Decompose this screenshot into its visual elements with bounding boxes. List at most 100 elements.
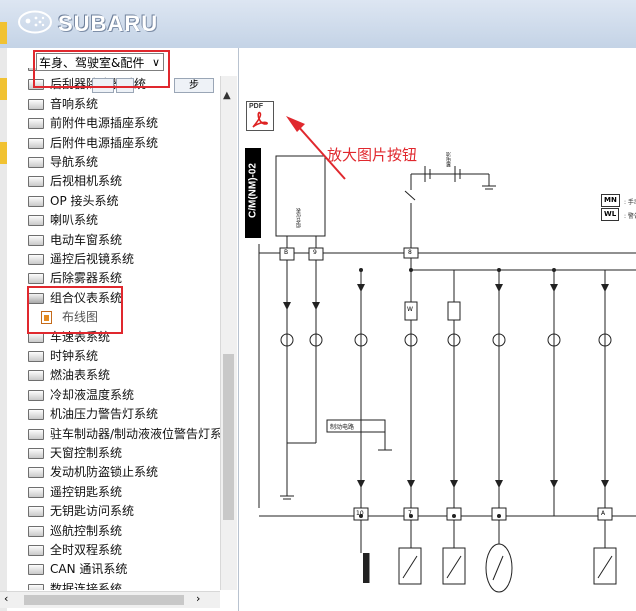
folder-icon xyxy=(28,137,44,149)
tree-folder-item[interactable]: 喇叭系统 xyxy=(24,211,220,230)
left-strip xyxy=(0,22,7,611)
expand-button[interactable] xyxy=(92,78,114,93)
tree-folder-item[interactable]: 数据连接系统 xyxy=(24,580,220,590)
tree-folder-item[interactable]: OP 接头系统 xyxy=(24,192,220,211)
app-header: SUBARU xyxy=(0,0,636,49)
wiring-schematic xyxy=(258,116,636,593)
tree-item-label: 喇叭系统 xyxy=(50,213,99,228)
scroll-thumb[interactable] xyxy=(223,354,234,520)
diagram-viewer: PDF 放大图片按钮 C/M(NM)-02 MN : 手动... WL : 警告… xyxy=(239,48,636,611)
tree-item-label: 天窗控制系统 xyxy=(50,446,123,460)
category-select[interactable]: 车身、驾驶室&配件 ∨ xyxy=(36,53,164,71)
folder-icon xyxy=(28,506,44,518)
connector-code: W xyxy=(407,306,413,313)
tree-folder-item[interactable]: 全时双程系统 xyxy=(24,541,220,560)
strip-marker xyxy=(0,22,7,44)
scroll-right-icon[interactable]: › xyxy=(196,592,200,605)
tree-folder-item[interactable]: 发动机防盗锁止系统 xyxy=(24,463,220,482)
tree-folder-item[interactable]: 导航系统 xyxy=(24,153,220,172)
tree-vertical-scrollbar[interactable]: ▲ xyxy=(220,76,237,590)
tree-item-label: 冷却液温度系统 xyxy=(50,387,135,402)
folder-icon xyxy=(28,331,44,343)
tree-folder-item[interactable]: 车速表系统 xyxy=(24,328,220,347)
folder-icon xyxy=(28,525,44,537)
tree-folder-item[interactable]: 巡航控制系统 xyxy=(24,522,220,541)
tree-folder-item[interactable]: 后附件电源插座系统 xyxy=(24,134,220,153)
legend-code: WL xyxy=(601,208,620,221)
tree-item-label: 无钥匙访问系统 xyxy=(50,504,135,519)
folder-icon xyxy=(28,545,44,556)
scroll-thumb[interactable] xyxy=(24,595,184,605)
tree-item-label: 机油压力警告灯系统 xyxy=(50,407,159,422)
tree-folder-item[interactable]: 驻车制动器/制动液液位警告灯系统 xyxy=(24,425,220,444)
tree-folder-item[interactable]: 燃油表系统 xyxy=(24,366,220,385)
tree-folder-item[interactable]: 电动车窗系统 xyxy=(24,231,220,250)
tree-folder-item[interactable]: 冷却液温度系统 xyxy=(24,386,220,405)
tree-item-label: 燃油表系统 xyxy=(50,368,111,383)
tree-horizontal-scrollbar[interactable]: ‹ › xyxy=(0,591,220,608)
system-tree: 前大灯清洗器系统后刮器除冰器系统音响系统前附件电源插座系统后附件电源插座系统导航… xyxy=(24,68,220,590)
tree-item-label: 前附件电源插座系统 xyxy=(50,116,159,131)
tree-item-label: 驻车制动器/制动液液位警告灯系统 xyxy=(50,426,220,441)
tree-folder-item[interactable]: 遥控后视镜系统 xyxy=(24,250,220,269)
component-label: 制动电路 xyxy=(330,424,355,431)
tree-item-label: 导航系统 xyxy=(50,155,99,169)
document-page-icon xyxy=(41,311,52,325)
tree-item-label: 遥控钥匙系统 xyxy=(50,484,123,499)
folder-icon xyxy=(28,370,44,382)
step-button[interactable]: 步 xyxy=(174,78,214,93)
tree-folder-item[interactable]: 音响系统 xyxy=(24,95,220,114)
tree-folder-item[interactable]: CAN 通讯系统 xyxy=(24,560,220,579)
tree-item-label: 时钟系统 xyxy=(50,349,99,363)
scroll-left-icon[interactable]: ‹ xyxy=(4,592,8,605)
tree-folder-item[interactable]: 遥控钥匙系统 xyxy=(24,483,220,502)
folder-icon xyxy=(28,389,44,401)
legend-code: MN xyxy=(601,194,620,207)
tree-item-label: 遥控后视镜系统 xyxy=(50,252,135,266)
print-icon[interactable] xyxy=(116,78,134,93)
annotation-label: 放大图片按钮 xyxy=(327,146,418,164)
tree-item-label: 车速表系统 xyxy=(50,329,111,344)
legend-text: : 手动... xyxy=(624,199,636,206)
folder-icon xyxy=(28,467,44,479)
component-label: 组合仪表 xyxy=(296,208,302,228)
tree-item-label: 数据连接系统 xyxy=(50,581,123,590)
folder-icon xyxy=(28,351,44,362)
tree-item-label: 音响系统 xyxy=(50,96,99,111)
tree-folder-item[interactable]: 机油压力警告灯系统 xyxy=(24,405,220,424)
folder-icon xyxy=(28,234,44,246)
connector-code: 8 xyxy=(408,249,412,256)
diagram-code-tab: C/M(NM)-02 xyxy=(245,148,261,238)
folder-icon xyxy=(28,176,44,188)
folder-icon xyxy=(28,409,44,421)
folder-icon xyxy=(28,428,44,440)
tree-item-label: 组合仪表系统 xyxy=(50,290,123,305)
folder-icon xyxy=(28,118,44,130)
enlarge-pdf-button[interactable]: PDF xyxy=(246,101,274,131)
tree-item-label: 巡航控制系统 xyxy=(50,523,123,538)
scroll-up-icon[interactable]: ▲ xyxy=(223,90,231,101)
folder-icon xyxy=(28,448,44,459)
tree-folder-item[interactable]: 无钥匙访问系统 xyxy=(24,502,220,521)
tree-leaf-item[interactable]: 布线图 xyxy=(24,308,220,327)
folder-icon xyxy=(28,215,44,227)
tree-folder-item[interactable]: 后视相机系统 xyxy=(24,172,220,191)
tree-item-label: 后附件电源插座系统 xyxy=(50,135,159,150)
folder-icon xyxy=(28,273,44,285)
tree-item-label: 后除雾器系统 xyxy=(50,271,123,286)
component-label: 蓄电池 xyxy=(446,152,452,167)
diagram-code-text: C/M(NM)-02 xyxy=(247,163,259,218)
folder-icon xyxy=(28,486,44,498)
legend-text: : 警告灯... xyxy=(624,213,636,220)
connector-code: B xyxy=(284,249,289,256)
tree-item-label: CAN 通讯系统 xyxy=(50,562,128,577)
connector-code: 10 xyxy=(356,510,364,517)
tree-folder-item[interactable]: 组合仪表系统 xyxy=(24,289,220,308)
tree-folder-item[interactable]: 时钟系统 xyxy=(24,347,220,366)
tree-folder-item[interactable]: 天窗控制系统 xyxy=(24,444,220,463)
tree-folder-item[interactable]: 后除雾器系统 xyxy=(24,269,220,288)
tree-folder-item[interactable]: 前附件电源插座系统 xyxy=(24,114,220,133)
navigation-pane: 前大灯清洗器系统后刮器除冰器系统音响系统前附件电源插座系统后附件电源插座系统导航… xyxy=(0,22,239,611)
connector-code: A xyxy=(601,510,606,517)
pdf-button-label: PDF xyxy=(249,103,263,110)
